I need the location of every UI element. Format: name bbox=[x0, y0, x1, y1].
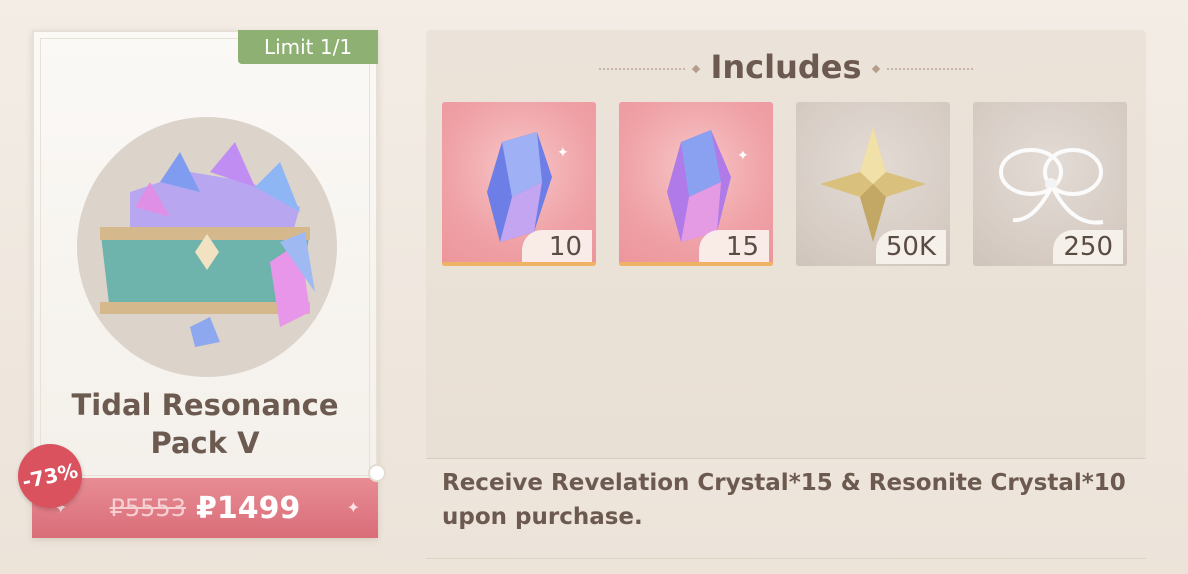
svg-text:✦: ✦ bbox=[737, 148, 749, 164]
limit-badge: Limit 1/1 bbox=[238, 30, 378, 64]
card-dot bbox=[368, 464, 386, 482]
divider bbox=[426, 458, 1146, 459]
sparkle-icon: ✦ bbox=[346, 498, 360, 517]
includes-panel: Includes ✦ 10 ✦ 15 50K 250 bbox=[426, 30, 1146, 458]
svg-text:✦: ✦ bbox=[557, 145, 569, 161]
crystal-chest-icon bbox=[77, 117, 337, 377]
item-quantity: 15 bbox=[699, 230, 769, 264]
deco-line-right bbox=[886, 68, 973, 70]
pack-title: Tidal Resonance Pack V bbox=[34, 386, 376, 462]
includes-header: Includes bbox=[426, 48, 1146, 86]
includes-heading: Includes bbox=[710, 48, 862, 86]
deco-line-left bbox=[599, 68, 686, 70]
original-price: ₽5553 bbox=[109, 494, 186, 522]
sale-price: ₽1499 bbox=[195, 490, 301, 526]
include-item[interactable]: 50K bbox=[796, 102, 950, 266]
price-button[interactable]: ✦ ₽5553 ₽1499 ✦ bbox=[32, 478, 378, 538]
include-item[interactable]: 250 bbox=[973, 102, 1127, 266]
item-quantity: 250 bbox=[1053, 230, 1123, 264]
pack-title-line2: Pack V bbox=[150, 426, 260, 460]
include-item[interactable]: ✦ 15 bbox=[619, 102, 773, 266]
pack-title-line1: Tidal Resonance bbox=[71, 388, 339, 422]
divider bbox=[426, 558, 1146, 559]
deco-diamond bbox=[871, 64, 880, 74]
item-quantity: 10 bbox=[522, 230, 592, 264]
deco-diamond bbox=[692, 64, 701, 74]
item-quantity: 50K bbox=[875, 230, 946, 264]
pack-card[interactable]: Limit 1/1 Tidal Resonance Pack V ✦ ₽5553… bbox=[12, 30, 386, 538]
pack-description: Receive Revelation Crystal*15 & Resonite… bbox=[442, 470, 1126, 530]
include-item[interactable]: ✦ 10 bbox=[442, 102, 596, 266]
